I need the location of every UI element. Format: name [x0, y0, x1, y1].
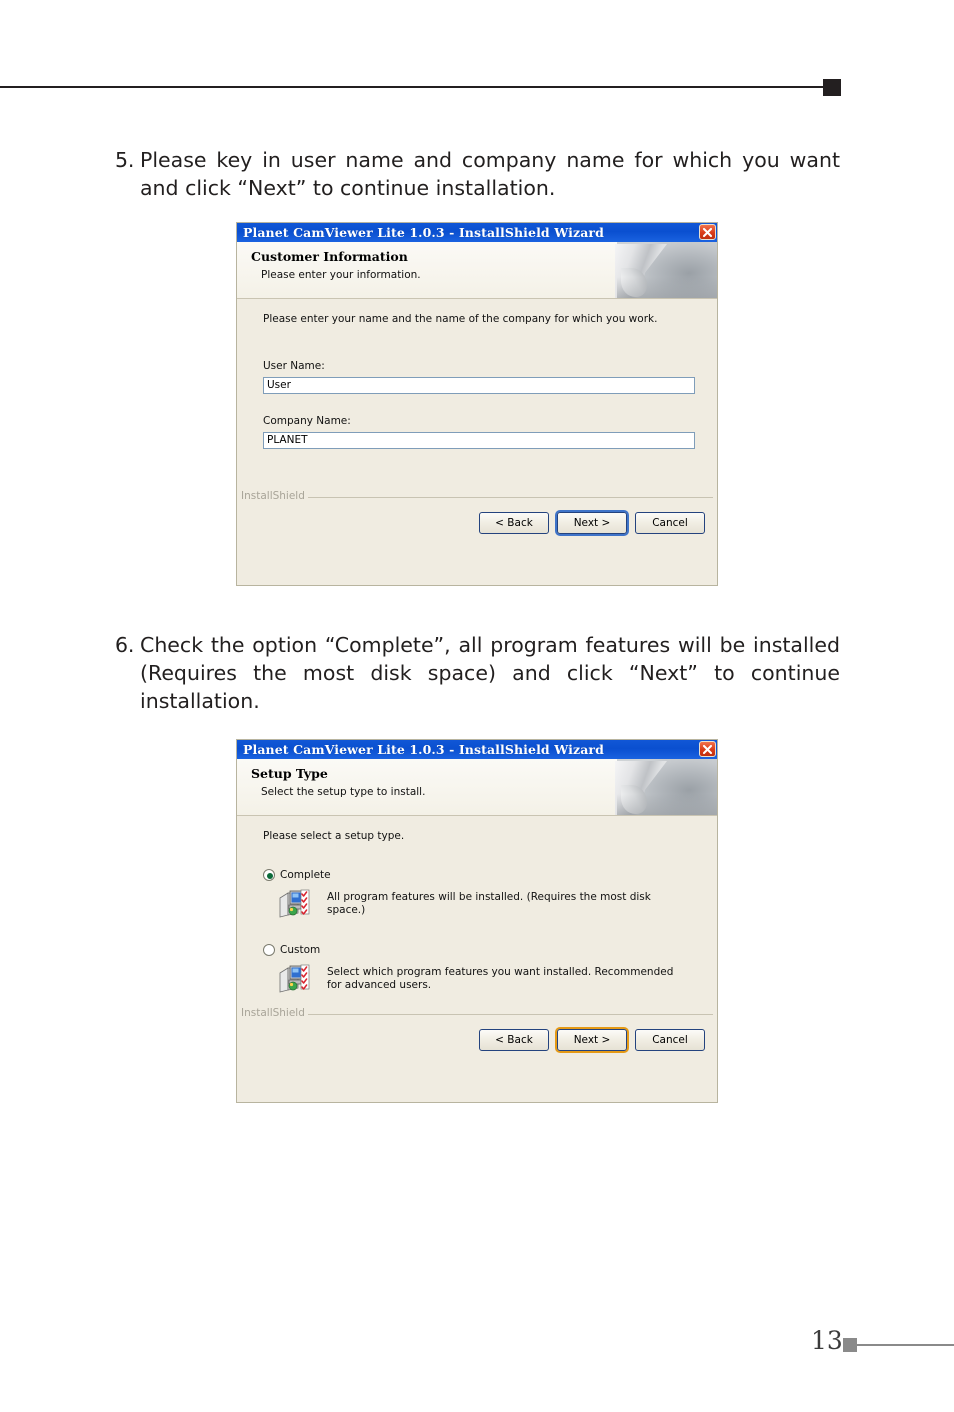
cancel-button[interactable]: Cancel — [635, 512, 705, 534]
installshield-label: InstallShield — [241, 490, 308, 502]
user-name-input[interactable]: User — [263, 377, 695, 394]
setup-option-complete-label: Complete — [280, 869, 331, 881]
header-square-marker — [823, 79, 841, 96]
dialog2-button-row: < Back Next > Cancel — [479, 1029, 705, 1051]
setup-features-icon — [278, 961, 312, 995]
close-icon[interactable] — [699, 741, 716, 757]
setup-option-custom[interactable]: Custom — [263, 944, 320, 956]
step-5: 5. Please key in user name and company n… — [115, 146, 840, 202]
step-6: 6. Check the option “Complete”, all prog… — [115, 631, 840, 715]
company-name-input[interactable]: PLANET — [263, 432, 695, 449]
dialog2-banner-subtitle: Select the setup type to install. — [261, 786, 426, 798]
step-5-number: 5. — [115, 148, 135, 172]
back-button[interactable]: < Back — [479, 1029, 549, 1051]
dialog2-footer-rule — [241, 1014, 713, 1015]
setup-option-complete-description: All program features will be installed. … — [327, 891, 651, 916]
step-6-text: Check the option “Complete”, all program… — [140, 633, 840, 713]
step-5-text: Please key in user name and company name… — [140, 148, 840, 200]
dialog1-footer: InstallShield < Back Next > Cancel — [237, 484, 717, 545]
dialog2-title: Planet CamViewer Lite 1.0.3 - InstallShi… — [243, 742, 604, 757]
dialog1-title: Planet CamViewer Lite 1.0.3 - InstallShi… — [243, 225, 604, 240]
step-6-number: 6. — [115, 633, 135, 657]
dialog1-intro-text: Please enter your name and the name of t… — [263, 313, 658, 325]
setup-option-custom-label: Custom — [280, 944, 321, 956]
dialog1-banner-title: Customer Information — [251, 249, 408, 264]
next-button[interactable]: Next > — [557, 512, 627, 534]
page-number: 13 — [811, 1326, 843, 1355]
dialog2-intro-text: Please select a setup type. — [263, 830, 405, 842]
dialog1-banner-subtitle: Please enter your information. — [261, 269, 421, 281]
user-name-label: User Name: — [263, 360, 325, 372]
dialog1-footer-rule — [241, 497, 713, 498]
next-button[interactable]: Next > — [557, 1029, 627, 1051]
dialog2-banner-title: Setup Type — [251, 766, 328, 781]
page-header — [0, 76, 954, 100]
installshield-banner-graphic — [615, 759, 717, 815]
installshield-banner-graphic — [615, 242, 717, 298]
dialog1-titlebar: Planet CamViewer Lite 1.0.3 - InstallShi… — [237, 223, 717, 242]
dialog2-titlebar: Planet CamViewer Lite 1.0.3 - InstallShi… — [237, 740, 717, 759]
dialog2-banner: Setup Type Select the setup type to inst… — [237, 759, 717, 816]
setup-features-icon — [278, 886, 312, 920]
setup-type-dialog[interactable]: Planet CamViewer Lite 1.0.3 - InstallShi… — [236, 739, 718, 1103]
setup-option-custom-description: Select which program features you want i… — [327, 966, 674, 991]
footer-square-marker — [843, 1338, 857, 1352]
setup-option-complete[interactable]: Complete — [263, 869, 331, 881]
dialog2-body: Please select a setup type. Complete All… — [237, 816, 717, 1062]
close-icon[interactable] — [699, 224, 716, 240]
footer-rule — [857, 1344, 954, 1346]
back-button[interactable]: < Back — [479, 512, 549, 534]
dialog1-banner: Customer Information Please enter your i… — [237, 242, 717, 299]
customer-information-dialog[interactable]: Planet CamViewer Lite 1.0.3 - InstallShi… — [236, 222, 718, 586]
dialog1-button-row: < Back Next > Cancel — [479, 512, 705, 534]
cancel-button[interactable]: Cancel — [635, 1029, 705, 1051]
company-name-label: Company Name: — [263, 415, 351, 427]
installshield-label: InstallShield — [241, 1007, 308, 1019]
page-footer: 13 — [0, 1326, 954, 1366]
radio-custom-icon[interactable] — [263, 944, 275, 956]
dialog2-footer: InstallShield < Back Next > Cancel — [237, 1001, 717, 1062]
radio-complete-icon[interactable] — [263, 869, 275, 881]
dialog1-body: Please enter your name and the name of t… — [237, 299, 717, 545]
header-rule — [0, 86, 823, 88]
